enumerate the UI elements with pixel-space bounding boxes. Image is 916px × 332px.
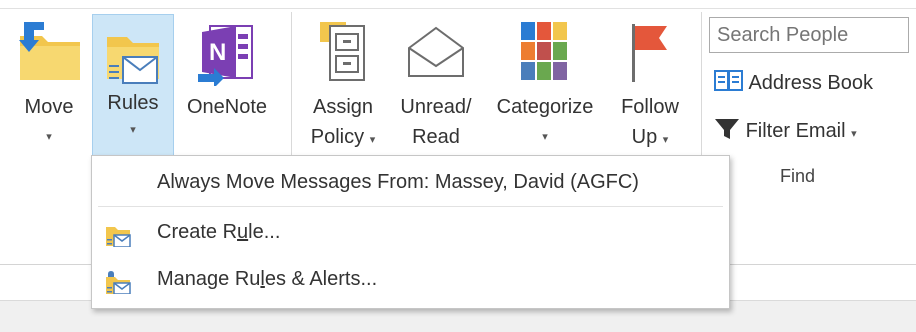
assign-policy-caret[interactable]: ▾	[370, 134, 376, 146]
filter-email-caret[interactable]: ▾	[851, 128, 857, 140]
onenote-icon: N	[198, 25, 253, 86]
categorize-caret[interactable]: ▾	[486, 122, 604, 152]
rules-button[interactable]: Rules ▾	[92, 14, 174, 158]
unread-read-line1: Unread/	[400, 96, 472, 118]
create-rule-access-key: u	[237, 221, 249, 243]
create-rule-item[interactable]: Create Rule...	[92, 221, 729, 251]
filter-email-label: Filter Email	[745, 120, 846, 142]
manage-rules-label: Manage Rules & Alerts...	[157, 268, 377, 291]
menu-separator	[98, 206, 723, 207]
onenote-button[interactable]: N OneNote	[174, 14, 280, 154]
move-button[interactable]: Move ▾	[14, 14, 84, 154]
manage-rules-label-post: es & Alerts...	[264, 268, 378, 290]
follow-up-caret[interactable]: ▾	[663, 134, 669, 146]
categorize-icon	[521, 22, 567, 80]
assign-policy-line2: Policy ▾	[300, 122, 386, 155]
manage-rules-alerts-item[interactable]: Manage Rules & Alerts...	[92, 268, 729, 298]
create-rule-icon	[106, 227, 131, 247]
unread-read-line2: Read	[412, 126, 460, 148]
find-group-label: Find	[780, 166, 816, 186]
funnel-icon	[715, 119, 739, 139]
filter-email-button[interactable]: Filter Email ▾	[714, 118, 857, 143]
policy-cabinet-icon	[320, 22, 365, 81]
svg-text:N: N	[209, 39, 226, 66]
assign-policy-line2-text: Policy	[310, 126, 365, 148]
always-move-messages-label: Always Move Messages From: Massey, David…	[157, 171, 639, 193]
address-book-label: Address Book	[748, 72, 873, 94]
create-rule-label-pre: Create R	[157, 221, 238, 243]
address-book-icon	[714, 70, 743, 91]
rules-label: Rules	[107, 92, 159, 114]
search-people-input[interactable]	[709, 17, 909, 53]
categorize-label: Categorize	[496, 96, 594, 118]
rules-dropdown-menu: Always Move Messages From: Massey, David…	[91, 155, 730, 309]
create-rule-label: Create Rule...	[157, 221, 280, 244]
always-move-messages-item[interactable]: Always Move Messages From: Massey, David…	[92, 171, 729, 201]
follow-up-line2-text: Up	[631, 126, 658, 148]
assign-policy-button[interactable]: Assign Policy ▾	[300, 14, 386, 154]
assign-policy-line1: Assign	[312, 96, 374, 118]
follow-up-line2: Up ▾	[606, 122, 694, 155]
ribbon-top-border	[0, 8, 916, 9]
folder-move-icon	[19, 22, 80, 80]
manage-rules-icon	[106, 271, 131, 294]
rules-icon	[107, 37, 159, 84]
onenote-label: OneNote	[186, 96, 268, 118]
manage-rules-label-pre: Manage Ru	[157, 268, 261, 290]
move-label: Move	[24, 96, 74, 118]
categorize-button[interactable]: Categorize ▾	[486, 14, 604, 154]
move-dropdown-caret[interactable]: ▾	[14, 122, 84, 152]
follow-up-button[interactable]: Follow Up ▾	[606, 14, 694, 154]
rules-dropdown-caret[interactable]: ▾	[93, 123, 173, 136]
flag-icon	[632, 24, 667, 82]
create-rule-label-post: le...	[248, 221, 281, 243]
address-book-button[interactable]: Address Book	[714, 70, 873, 95]
unread-read-button[interactable]: Unread/ Read	[388, 14, 484, 154]
follow-up-line1: Follow	[621, 96, 679, 118]
envelope-icon	[408, 26, 464, 77]
